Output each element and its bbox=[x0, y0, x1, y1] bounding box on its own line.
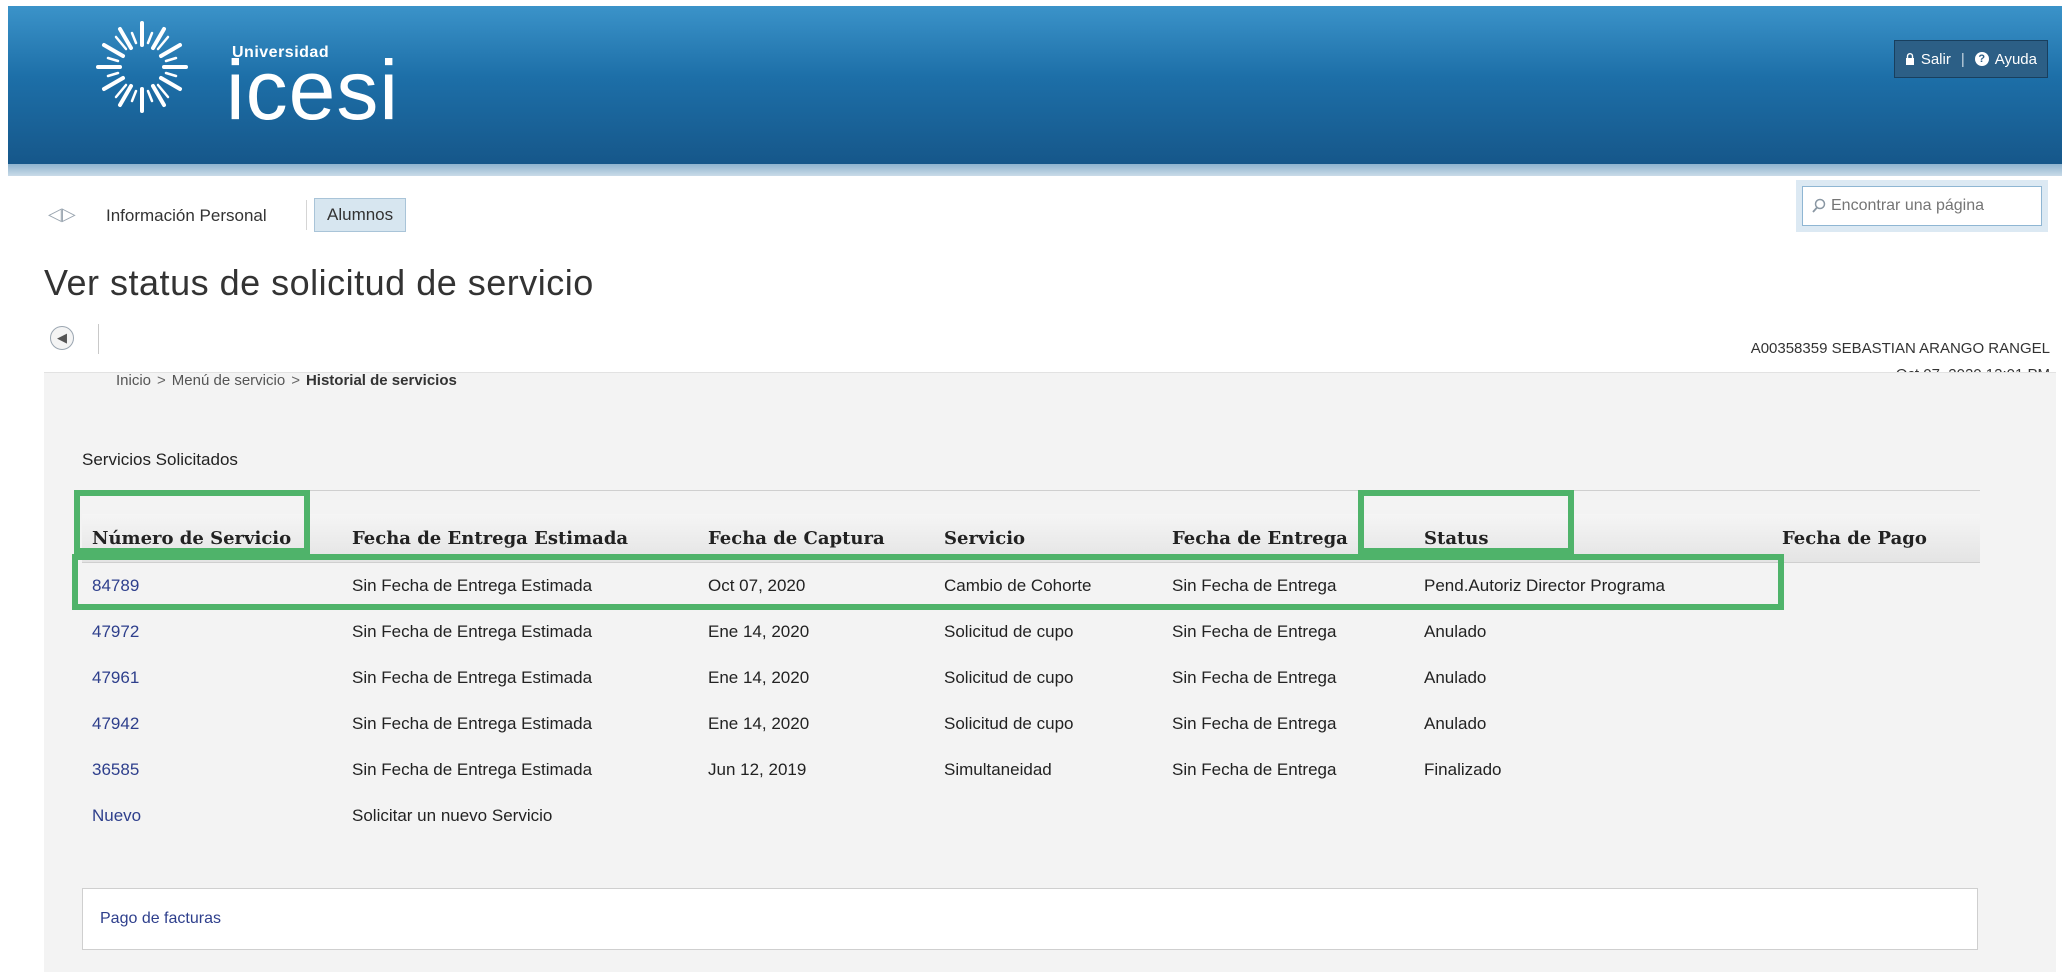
service-number-link[interactable]: 47961 bbox=[92, 668, 139, 688]
cell-estimada: Sin Fecha de Entrega Estimada bbox=[352, 760, 593, 779]
service-number-link[interactable]: 84789 bbox=[92, 576, 139, 596]
breadcrumb-arrow: > bbox=[157, 372, 166, 389]
table-row: 84789 Sin Fecha de Entrega Estimada Oct … bbox=[82, 564, 1980, 610]
search-icon bbox=[1812, 198, 1826, 213]
cell-estimada: Sin Fecha de Entrega Estimada bbox=[352, 668, 593, 687]
logout-link[interactable]: Salir bbox=[1905, 51, 1951, 68]
tab-alumnos[interactable]: Alumnos bbox=[314, 198, 407, 232]
breadcrumb-inicio[interactable]: Inicio bbox=[116, 372, 151, 389]
table-row: 47972 Sin Fecha de Entrega Estimada Ene … bbox=[82, 610, 1980, 656]
cell-captura: Jun 12, 2019 bbox=[708, 760, 807, 779]
cell-status: Anulado bbox=[1424, 622, 1487, 641]
cell-captura: Ene 14, 2020 bbox=[708, 714, 810, 733]
cell-estimada: Sin Fecha de Entrega Estimada bbox=[352, 576, 593, 595]
footer-box bbox=[82, 888, 1978, 950]
help-label: Ayuda bbox=[1994, 50, 2037, 68]
page-title: Ver status de solicitud de servicio bbox=[44, 262, 594, 303]
column-header-captura: Fecha de Captura bbox=[708, 528, 885, 549]
tab-alumnos-label: Alumnos bbox=[327, 205, 394, 224]
cell-servicio: Solicitud de cupo bbox=[944, 668, 1074, 687]
table-top-divider bbox=[82, 490, 1980, 491]
tab-informacion-personal[interactable]: Información Personal bbox=[106, 206, 267, 226]
lock-icon bbox=[1905, 53, 1914, 65]
service-number-link[interactable]: 47972 bbox=[92, 622, 139, 642]
cell-entrega: Sin Fecha de Entrega bbox=[1172, 576, 1337, 595]
new-service-link[interactable]: Nuevo bbox=[92, 806, 141, 826]
nav-divider bbox=[306, 200, 307, 230]
cell-status: Finalizado bbox=[1424, 760, 1502, 779]
breadcrumb-divider bbox=[98, 324, 99, 354]
pago-facturas-link[interactable]: Pago de facturas bbox=[100, 910, 221, 928]
cell-servicio: Solicitud de cupo bbox=[944, 622, 1074, 641]
cell-servicio: Solicitud de cupo bbox=[944, 714, 1074, 733]
cell-status: Anulado bbox=[1424, 714, 1487, 733]
table-row: 47942 Sin Fecha de Entrega Estimada Ene … bbox=[82, 702, 1980, 748]
logo-wordmark: icesi bbox=[226, 43, 400, 137]
breadcrumb-current: Historial de servicios bbox=[305, 372, 457, 389]
page-search bbox=[1802, 186, 2042, 226]
column-header-status: Status bbox=[1424, 528, 1489, 549]
cell-servicio: Cambio de Cohorte bbox=[944, 576, 1092, 595]
search-input[interactable] bbox=[1829, 196, 2033, 216]
section-title: Servicios Solicitados bbox=[82, 450, 238, 469]
cell-captura: Ene 14, 2020 bbox=[708, 668, 810, 687]
cell-servicio: Simultaneidad bbox=[944, 760, 1052, 779]
help-icon: ? bbox=[1974, 52, 1989, 66]
breadcrumb-arrow: > bbox=[291, 372, 300, 389]
header-divider bbox=[8, 164, 2062, 176]
new-service-label: Solicitar un nuevo Servicio bbox=[352, 806, 553, 825]
breadcrumb: Inicio > Menú de servicio > Historial de ser… bbox=[116, 372, 457, 389]
table-row: 47961 Sin Fecha de Entrega Estimada Ene … bbox=[82, 656, 1980, 702]
breadcrumb-menu-servicio[interactable]: Menú de servicio bbox=[172, 372, 285, 389]
column-header-numero: Número de Servicio bbox=[92, 528, 292, 549]
cell-captura: Oct 07, 2020 bbox=[708, 576, 806, 595]
column-header-estimada: Fecha de Entrega Estimada bbox=[352, 528, 629, 549]
service-number-link[interactable]: 36585 bbox=[92, 760, 139, 780]
column-header-pago: Fecha de Pago bbox=[1782, 528, 1927, 549]
user-name: A00358359 SEBASTIAN ARANGO RANGEL bbox=[1750, 340, 2050, 357]
cell-status: Anulado bbox=[1424, 668, 1487, 687]
logout-label: Salir bbox=[1920, 50, 1951, 68]
back-arrow-icon[interactable]: ◀ bbox=[50, 326, 74, 350]
service-number-link[interactable]: 47942 bbox=[92, 714, 139, 734]
column-header-servicio: Servicio bbox=[944, 528, 1026, 549]
top-links-separator: | bbox=[1960, 50, 1965, 68]
cell-estimada: Sin Fecha de Entrega Estimada bbox=[352, 714, 593, 733]
cell-entrega: Sin Fecha de Entrega bbox=[1172, 760, 1337, 779]
table-row: 36585 Sin Fecha de Entrega Estimada Jun … bbox=[82, 748, 1980, 794]
cell-entrega: Sin Fecha de Entrega bbox=[1172, 622, 1337, 641]
cell-estimada: Sin Fecha de Entrega Estimada bbox=[352, 622, 593, 641]
table-row-new: Nuevo Solicitar un nuevo Servicio bbox=[82, 794, 1980, 840]
column-header-entrega: Fecha de Entrega bbox=[1172, 528, 1348, 549]
top-links-bar: Salir | ? Ayuda bbox=[1893, 40, 2048, 78]
cell-entrega: Sin Fecha de Entrega bbox=[1172, 714, 1337, 733]
cell-captura: Ene 14, 2020 bbox=[708, 622, 810, 641]
cell-entrega: Sin Fecha de Entrega bbox=[1172, 668, 1337, 687]
cell-status: Pend.Autoriz Director Programa bbox=[1424, 576, 1665, 595]
help-link[interactable]: ? Ayuda bbox=[1974, 50, 2037, 68]
nav-arrows-icon[interactable]: ◁▷ bbox=[48, 204, 76, 225]
